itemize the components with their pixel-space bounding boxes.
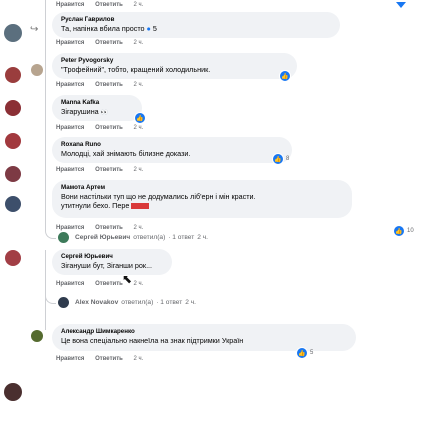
reply-connector: [45, 230, 56, 239]
reply-arrow-icon: ↪: [30, 24, 39, 35]
like-link[interactable]: Нравится: [56, 125, 84, 131]
like-reaction-icon: 👍: [272, 153, 284, 165]
avatar[interactable]: [5, 100, 21, 116]
reply-action: ответил(а): [133, 234, 166, 241]
timestamp: 2 ч.: [133, 82, 144, 88]
reply-link[interactable]: Ответить: [95, 2, 123, 8]
comment-actions: Нравится Ответить 2 ч.: [56, 40, 152, 46]
reply-link[interactable]: Ответить: [95, 40, 123, 46]
reply-count: · 1 ответ: [168, 234, 195, 241]
avatar[interactable]: [4, 24, 22, 42]
comment-actions: Нравится Ответить 2 ч.: [56, 281, 152, 287]
timestamp: 2 ч.: [197, 234, 209, 241]
dropdown-chevron-icon[interactable]: [396, 2, 406, 8]
reply-action: ответил(а): [121, 299, 154, 306]
reply-link[interactable]: Ответить: [95, 281, 123, 287]
comment-author[interactable]: Сергей Юрьевич: [61, 253, 163, 261]
comment-text: "Трофейний", тобто, кращений холодильник…: [61, 65, 211, 74]
like-reaction-icon: 👍: [393, 225, 405, 237]
comment-actions: Нравится Ответить 2 ч.: [56, 225, 152, 231]
thread-line: [45, 0, 46, 230]
reaction-count[interactable]: 👍 10: [393, 225, 414, 237]
comment-bubble: Руслан Гаврилов Та, напінка вбила пpocто…: [52, 12, 340, 38]
comment-text: Зігарушина 👀: [61, 107, 109, 116]
timestamp: 2 ч.: [133, 225, 144, 231]
like-link[interactable]: Нравится: [56, 225, 84, 231]
timestamp: 2 ч.: [185, 299, 197, 306]
avatar: [58, 232, 69, 243]
avatar[interactable]: [5, 133, 21, 149]
comment-bubble: Roxana Runo Молодці, хай знімають білизн…: [52, 137, 292, 163]
avatar[interactable]: [5, 166, 21, 182]
timestamp: 2 ч.: [133, 167, 144, 173]
like-link[interactable]: Нравится: [56, 167, 84, 173]
reply-link[interactable]: Ответить: [95, 167, 123, 173]
replier-name: Сергей Юрьевич: [75, 234, 131, 241]
comment-text: Зігануши бут, Зіганши рок...: [61, 261, 153, 270]
like-reaction-icon: 👍: [296, 347, 308, 359]
avatar[interactable]: [5, 250, 21, 266]
timestamp: 2 ч.: [133, 356, 144, 362]
comment-author[interactable]: Roxana Runo: [61, 141, 283, 149]
avatar[interactable]: [31, 330, 43, 342]
comment-author[interactable]: Александр Шимкаренко: [61, 328, 347, 336]
reaction-count[interactable]: 👍: [134, 112, 146, 124]
comment-text-line2: утитнули бехо. Пере: [61, 201, 343, 210]
thread-line: [45, 250, 46, 330]
comment-text: Молодці, хай знімають білизне докази.: [61, 149, 191, 158]
reply-link[interactable]: Ответить: [95, 125, 123, 131]
comment-text: Та, напінка вбила пpocто ● 5: [61, 24, 157, 33]
comment-author[interactable]: Мамота Артем: [61, 184, 343, 192]
timestamp: 2 ч.: [133, 2, 144, 8]
comment-author[interactable]: Manna Kafka: [61, 99, 133, 107]
like-reaction-icon: 👍: [279, 70, 291, 82]
like-link[interactable]: Нравится: [56, 356, 84, 362]
like-link[interactable]: Нравится: [56, 40, 84, 46]
comment-actions: Нравится Ответить 2 ч.: [56, 356, 152, 362]
replier-name: Alex Novakov: [75, 299, 119, 306]
comment-bubble: Мамота Артем Вони нaстільки туп що не до…: [52, 180, 352, 218]
like-link[interactable]: Нравится: [56, 82, 84, 88]
comment-bubble: Manna Kafka Зігарушина 👀: [52, 95, 142, 121]
reaction-count[interactable]: 👍: [279, 70, 291, 82]
comment-actions: Нравится Ответить 2 ч.: [56, 167, 152, 173]
view-replies-link[interactable]: Alex Novakov ответил(а) · 1 ответ 2 ч.: [58, 297, 196, 308]
reply-count: · 1 ответ: [156, 299, 183, 306]
comment-text: Вони нaстільки туп що не додумались ліб'…: [61, 192, 256, 201]
reply-link[interactable]: Ответить: [95, 225, 123, 231]
timestamp: 2 ч.: [133, 281, 144, 287]
avatar[interactable]: [31, 64, 43, 76]
like-reaction-icon: 👍: [134, 112, 146, 124]
comment-actions: Нравится Ответить 2 ч.: [56, 82, 152, 88]
comment-author[interactable]: Peter Pyvogorsky: [61, 57, 288, 65]
reaction-count[interactable]: 👍 5: [296, 347, 313, 359]
comment-actions: Нравится Ответить 2 ч.: [56, 125, 152, 131]
reply-link[interactable]: Ответить: [95, 82, 123, 88]
cursor-icon: ⬉: [122, 272, 133, 286]
timestamp: 2 ч.: [133, 125, 144, 131]
comment-bubble: Peter Pyvogorsky "Трофейний", тобто, кра…: [52, 53, 297, 79]
avatar[interactable]: [4, 383, 22, 401]
avatar: [58, 297, 69, 308]
like-link[interactable]: Нравится: [56, 281, 84, 287]
comment-bubble: Сергей Юрьевич Зігануши бут, Зіганши рок…: [52, 249, 172, 275]
avatar[interactable]: [5, 196, 21, 212]
top-comment-actions: Нравится Ответить 2 ч.: [56, 2, 152, 8]
view-replies-link[interactable]: Сергей Юрьевич ответил(а) · 1 ответ 2 ч.: [58, 232, 208, 243]
reaction-count[interactable]: 👍 8: [272, 153, 289, 165]
comment-text: Це вона спеціально накнеїла на знак підт…: [61, 336, 244, 345]
reply-connector: [45, 295, 56, 304]
like-link[interactable]: Нравится: [56, 2, 84, 8]
timestamp: 2 ч.: [133, 40, 144, 46]
reply-link[interactable]: Ответить: [95, 356, 123, 362]
comment-author[interactable]: Руслан Гаврилов: [61, 16, 331, 24]
avatar[interactable]: [5, 67, 21, 83]
